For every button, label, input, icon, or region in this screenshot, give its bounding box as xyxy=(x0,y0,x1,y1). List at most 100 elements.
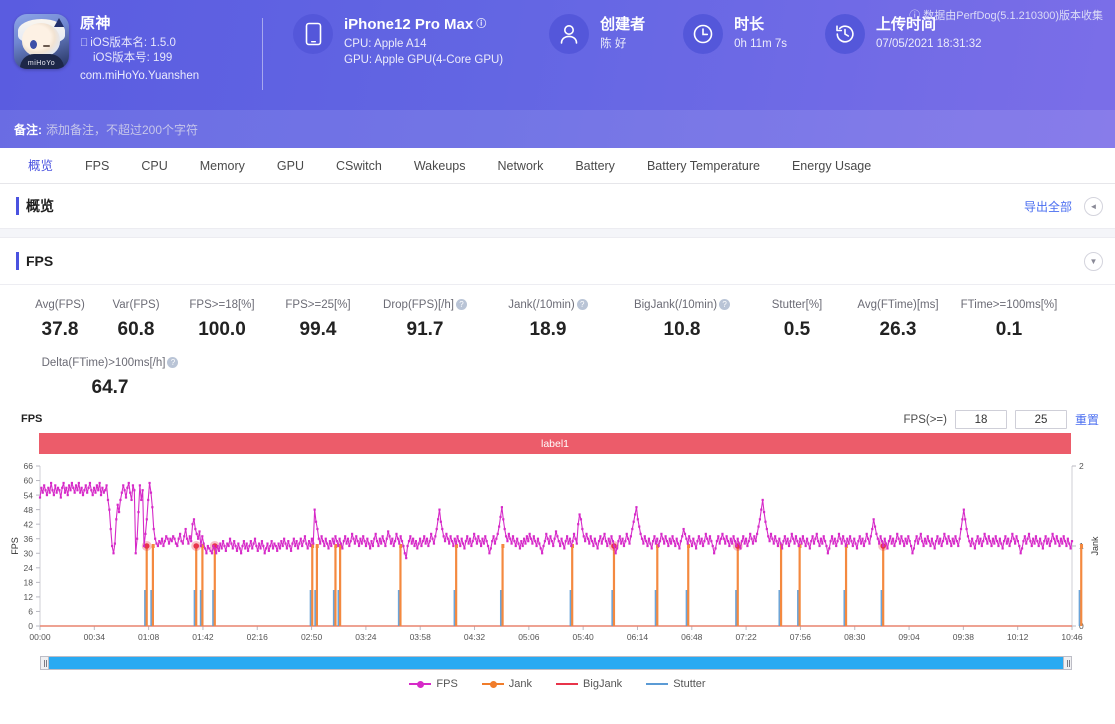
svg-text:09:38: 09:38 xyxy=(953,632,975,642)
report-header: ⓘ 数据由PerfDog(5.1.210300)版本收集 miHoYo 原神 … xyxy=(0,0,1115,148)
note-bar[interactable]: 备注: 添加备注，不超过200个字符 xyxy=(0,110,1115,148)
legend-item-bigjank[interactable]: BigJank xyxy=(556,678,622,690)
metric-label: FTime>=100ms[%] xyxy=(960,299,1058,311)
metric-stutter-: Stutter[%] 0.5 xyxy=(752,299,842,341)
metric-label: Jank(/10min)? xyxy=(484,299,612,311)
help-icon[interactable]: ? xyxy=(719,299,731,310)
reset-link[interactable]: 重置 xyxy=(1075,411,1099,428)
duration-block: 时长 0h 11m 7s xyxy=(683,14,787,54)
history-icon xyxy=(825,14,866,54)
svg-text:05:40: 05:40 xyxy=(573,632,595,642)
tab-battery-temperature[interactable]: Battery Temperature xyxy=(631,149,776,183)
help-icon[interactable]: ? xyxy=(576,299,588,310)
note-placeholder[interactable]: 添加备注，不超过200个字符 xyxy=(46,121,198,138)
fps-threshold-high-input[interactable] xyxy=(1014,410,1067,429)
export-all-link[interactable]: 导出全部 xyxy=(1024,198,1072,215)
legend-label: FPS xyxy=(436,678,458,690)
help-icon[interactable]: ? xyxy=(167,357,179,368)
metric-value: 100.0 xyxy=(198,319,246,340)
fps-chart-area: FPS FPS(>=) 重置 label1 0 6 12 18 24 30 36 42 48 54… xyxy=(0,403,1115,703)
overview-collapse-button[interactable]: ◄ xyxy=(1084,196,1103,216)
metric-label: Var(FPS) xyxy=(112,299,160,311)
legend-label: Jank xyxy=(508,678,533,690)
svg-text:00:34: 00:34 xyxy=(84,632,106,642)
legend-item-jank[interactable]: Jank xyxy=(481,678,533,690)
metric-label: Avg(FPS) xyxy=(35,299,85,311)
legend-label: BigJank xyxy=(583,678,623,690)
metric-var-fps-: Var(FPS) 60.8 xyxy=(98,299,174,341)
legend-item-fps[interactable]: FPS xyxy=(409,678,458,690)
section-separator xyxy=(0,228,1115,238)
svg-text:03:24: 03:24 xyxy=(355,632,377,642)
device-info-block: iPhone12 Pro Max ⓘ CPU: Apple A14 GPU: Ap… xyxy=(293,14,503,69)
app-info-block: miHoYo 原神 iOS版本名: 1.5.0 iOS版本号: 199 com… xyxy=(0,14,262,84)
svg-text:03:58: 03:58 xyxy=(410,632,432,642)
tab-memory[interactable]: Memory xyxy=(184,149,261,183)
duration-value: 0h 11m 7s xyxy=(734,37,788,50)
fps-plot[interactable]: 0612182430364248546066012FPSJank00:0000:… xyxy=(0,458,1115,648)
collect-source-note: ⓘ 数据由PerfDog(5.1.210300)版本收集 xyxy=(909,10,1103,22)
scrollbar-track[interactable] xyxy=(49,657,1063,669)
metric-value: 10.8 xyxy=(663,319,701,340)
svg-text:00:00: 00:00 xyxy=(29,632,51,642)
tab-wakeups[interactable]: Wakeups xyxy=(398,149,482,183)
chart-legend: FPS Jank BigJank Stutter xyxy=(0,678,1115,690)
fps-threshold-controls: FPS(>=) 重置 xyxy=(904,410,1099,429)
fps-metrics: Avg(FPS) 37.8 Var(FPS) 60.8 FPS>=18[%] 100.0 F… xyxy=(0,284,1115,403)
metric-row-2: Delta(FTime)>100ms[/h]? 64.7 xyxy=(0,357,1115,399)
metric-ftime-100ms-: FTime>=100ms[%] 0.1 xyxy=(954,299,1064,341)
device-info-icon[interactable]: ⓘ xyxy=(476,19,486,30)
svg-text:FPS: FPS xyxy=(10,537,20,555)
tab-energy-usage[interactable]: Energy Usage xyxy=(776,149,887,183)
fps-threshold-low-input[interactable] xyxy=(954,410,1007,429)
legend-label: Stutter xyxy=(673,678,706,690)
header-divider xyxy=(262,18,263,90)
tab-battery[interactable]: Battery xyxy=(559,149,631,183)
fps-accent-bar xyxy=(16,252,19,270)
note-label: 备注: xyxy=(14,122,42,137)
scrollbar-left-handle[interactable] xyxy=(41,657,49,669)
metric-value: 64.7 xyxy=(91,377,129,398)
tab-概览[interactable]: 概览 xyxy=(12,149,69,183)
metric-value: 0.1 xyxy=(995,319,1023,340)
overview-section-header: 概览 导出全部 ◄ xyxy=(0,184,1115,228)
fps-section-header: FPS ▼ xyxy=(0,238,1115,284)
scrollbar-right-handle[interactable] xyxy=(1063,657,1071,669)
svg-text:60: 60 xyxy=(24,476,34,486)
app-version-code: iOS版本号: 199 xyxy=(93,51,173,64)
upload-value: 07/05/2021 18:31:32 xyxy=(876,37,982,50)
tab-cswitch[interactable]: CSwitch xyxy=(320,149,398,183)
help-icon[interactable]: ? xyxy=(455,299,467,310)
user-icon xyxy=(549,14,590,54)
fps-section-title: FPS xyxy=(26,253,54,269)
tab-fps[interactable]: FPS xyxy=(69,149,125,183)
metric-label: FPS>=18[%] xyxy=(189,299,255,311)
svg-text:06:14: 06:14 xyxy=(627,632,649,642)
metric-label: BigJank(/10min)? xyxy=(612,299,752,311)
legend-swatch xyxy=(646,683,669,685)
svg-text:18: 18 xyxy=(24,578,34,588)
chart-corner-label: FPS xyxy=(21,413,43,425)
clock-icon xyxy=(683,14,724,54)
metric-fps-25-: FPS>=25[%] 99.4 xyxy=(270,299,366,341)
legend-item-stutter[interactable]: Stutter xyxy=(646,678,706,690)
svg-text:6: 6 xyxy=(28,607,33,617)
svg-text:01:42: 01:42 xyxy=(192,632,214,642)
fps-threshold-label: FPS(>=) xyxy=(903,413,947,426)
metric-value: 99.4 xyxy=(299,319,337,340)
metric-label: FPS>=25[%] xyxy=(285,299,351,311)
tab-gpu[interactable]: GPU xyxy=(261,149,320,183)
tab-cpu[interactable]: CPU xyxy=(125,149,183,183)
metric-value: 18.9 xyxy=(529,319,567,340)
svg-text:08:30: 08:30 xyxy=(844,632,866,642)
tab-network[interactable]: Network xyxy=(481,149,559,183)
page-title: 概览 xyxy=(26,198,54,214)
svg-text:24: 24 xyxy=(24,563,34,573)
device-name: iPhone12 Pro Max xyxy=(344,16,474,33)
svg-text:2: 2 xyxy=(1079,461,1084,471)
fps-collapse-button[interactable]: ▼ xyxy=(1084,251,1103,271)
svg-text:10:46: 10:46 xyxy=(1061,632,1083,642)
metric-fps-18-: FPS>=18[%] 100.0 xyxy=(174,299,270,341)
chart-range-scrollbar[interactable] xyxy=(40,656,1072,670)
scene-label-band[interactable]: label1 xyxy=(39,433,1071,454)
